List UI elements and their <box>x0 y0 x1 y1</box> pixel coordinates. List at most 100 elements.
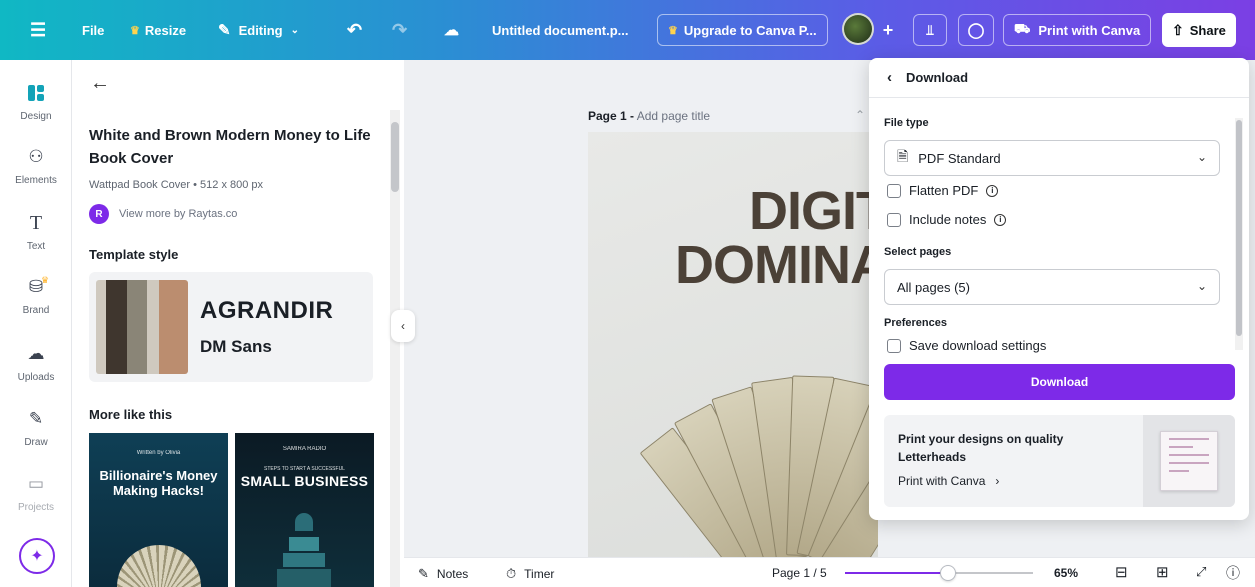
chevron-down-icon: ⌄ <box>1196 279 1207 293</box>
pages-select[interactable]: All pages (5) ⌄ <box>884 269 1220 305</box>
editing-label: Editing <box>238 22 283 38</box>
page-label: Page 1 - Add page title <box>588 109 710 123</box>
chevron-left-icon[interactable]: ‹ <box>887 69 892 86</box>
rail-label: Brand <box>22 305 50 316</box>
chevron-down-icon: ⌄ <box>1196 150 1207 164</box>
print-label: Print with Canva <box>1038 22 1141 38</box>
info-icon[interactable]: i <box>994 213 1007 226</box>
flatten-label: Flatten PDF <box>909 183 979 198</box>
crown-icon: ♛ <box>40 274 50 285</box>
design-canvas[interactable]: DIGIT DOMINA <box>588 132 878 557</box>
left-rail: Design ⚇ Elements T Text ⛁ ♛ Brand ☁ Uplo… <box>0 60 72 587</box>
rail-label: Draw <box>24 437 48 448</box>
resize-button[interactable]: ♛ Resize <box>130 14 186 46</box>
file-type-select[interactable]: 🗎 PDF Standard ⌄ <box>884 140 1220 176</box>
text-icon: T <box>29 211 43 234</box>
back-arrow-icon[interactable]: ← <box>90 72 110 95</box>
cloud-saved-icon[interactable]: ☁ <box>444 14 459 46</box>
menu-icon[interactable]: ☰ <box>30 14 46 46</box>
thumbnail-subtitle: STEPS TO START A SUCCESSFUL <box>264 466 345 472</box>
comments-button[interactable]: ◯ <box>958 14 994 46</box>
template-style-card[interactable]: AGRANDIR DM Sans <box>89 272 373 382</box>
panel-scrollbar[interactable] <box>390 110 400 587</box>
timer-label: Timer <box>524 567 555 581</box>
undo-button[interactable]: ↶ <box>347 14 362 46</box>
share-button[interactable]: ⇧ Share <box>1162 13 1236 47</box>
template-thumbnail[interactable]: SAMIRA RADIO STEPS TO START A SUCCESSFUL… <box>235 433 374 587</box>
editing-mode-button[interactable]: ✎ Editing ⌄ <box>218 14 299 46</box>
chevron-down-icon: ⌄ <box>290 24 300 36</box>
add-page-title-input[interactable]: Add page title <box>637 109 710 123</box>
add-collaborator-button[interactable]: + <box>873 15 903 45</box>
template-thumbnail[interactable]: Written by Olivia Billionaire's Money Ma… <box>89 433 228 587</box>
rail-item-elements[interactable]: ⚇ Elements <box>0 144 72 186</box>
magic-sparkle-button[interactable]: ✦ <box>19 538 55 574</box>
insights-button[interactable]: ⫫ <box>913 14 947 46</box>
thumbnail-title: Billionaire's Money Making Hacks! <box>99 468 218 498</box>
page-indicator[interactable]: Page 1 / 5 <box>772 566 827 580</box>
file-menu[interactable]: File <box>82 14 104 46</box>
crown-icon: ♛ <box>668 24 678 37</box>
info-icon[interactable]: i <box>986 184 999 197</box>
avatar[interactable] <box>842 13 874 45</box>
rail-label: Text <box>26 241 46 252</box>
flatten-pdf-checkbox[interactable]: Flatten PDF i <box>887 183 999 198</box>
download-header: ‹ Download <box>869 58 1249 98</box>
print-with-canva-button[interactable]: ⛟ Print with Canva <box>1003 14 1152 46</box>
print-promo-card[interactable]: Print your designs on quality Letterhead… <box>884 415 1235 507</box>
fullscreen-icon[interactable]: ⤢ <box>1196 564 1206 580</box>
zoom-slider-handle[interactable] <box>940 565 957 581</box>
include-notes-checkbox[interactable]: Include notes i <box>887 212 1007 227</box>
zoom-slider-fill <box>845 572 949 574</box>
timer-button[interactable]: ⏱ Timer <box>506 566 554 582</box>
checkbox-box[interactable] <box>887 212 901 227</box>
template-style-heading: Template style <box>89 247 179 262</box>
swatch <box>147 280 160 374</box>
rail-item-draw[interactable]: ✎ Draw <box>0 406 72 448</box>
heading-font-name: AGRANDIR <box>200 297 334 324</box>
author-avatar: R <box>89 204 109 224</box>
uploads-icon: ☁ <box>27 344 45 363</box>
redo-button[interactable]: ↷ <box>392 14 407 46</box>
author-link[interactable]: R View more by Raytas.co <box>89 204 237 224</box>
zoom-slider[interactable] <box>845 565 1033 581</box>
save-settings-checkbox[interactable]: Save download settings <box>887 338 1046 353</box>
body-font-name: DM Sans <box>200 337 272 356</box>
rail-item-text[interactable]: T Text <box>0 210 72 253</box>
letterhead-paper-image <box>1160 431 1218 491</box>
chevron-left-icon: ‹ <box>401 319 405 333</box>
notes-icon: ✎ <box>418 566 429 581</box>
swatch <box>106 280 127 374</box>
headline-line-1: DIGIT <box>749 181 878 241</box>
rail-item-uploads[interactable]: ☁ Uploads <box>0 341 72 383</box>
document-title[interactable]: Untitled document.p... <box>492 14 629 46</box>
chevron-up-icon[interactable]: ⌃ <box>855 108 865 122</box>
swatch <box>126 280 148 374</box>
pages-view-icon[interactable]: ⊟ <box>1115 563 1128 581</box>
rail-label: Uploads <box>17 372 55 383</box>
rail-item-projects[interactable]: ▭ Projects <box>0 471 72 513</box>
bar-chart-icon: ⫫ <box>926 21 934 38</box>
comment-icon: ◯ <box>967 22 985 39</box>
more-like-this-heading: More like this <box>89 407 173 422</box>
rail-item-brand[interactable]: ⛁ ♛ Brand <box>0 274 72 317</box>
upgrade-button[interactable]: ♛ Upgrade to Canva P... <box>657 14 828 46</box>
checkbox-box[interactable] <box>887 183 901 198</box>
template-meta: Wattpad Book Cover • 512 x 800 px <box>89 179 264 191</box>
print-with-canva-link[interactable]: Print with Canva › <box>898 474 999 488</box>
checkbox-box[interactable] <box>887 338 901 353</box>
notes-button[interactable]: ✎ Notes <box>418 566 468 582</box>
select-pages-label: Select pages <box>884 246 952 258</box>
help-icon[interactable]: ⓘ <box>1226 563 1240 583</box>
collapse-panel-button[interactable]: ‹ <box>391 310 415 342</box>
popover-scrollbar[interactable] <box>1235 118 1243 350</box>
rail-item-design[interactable]: Design <box>0 80 72 122</box>
download-button[interactable]: Download <box>884 364 1235 400</box>
elements-icon: ⚇ <box>28 147 44 166</box>
grid-view-icon[interactable]: ⊞ <box>1156 563 1169 581</box>
money-fan-image <box>117 545 201 587</box>
notes-label: Notes <box>436 567 469 581</box>
rail-label: Elements <box>15 175 57 186</box>
zoom-value[interactable]: 65% <box>1054 566 1078 580</box>
thumbnail-byline: SAMIRA RADIO <box>282 446 327 452</box>
